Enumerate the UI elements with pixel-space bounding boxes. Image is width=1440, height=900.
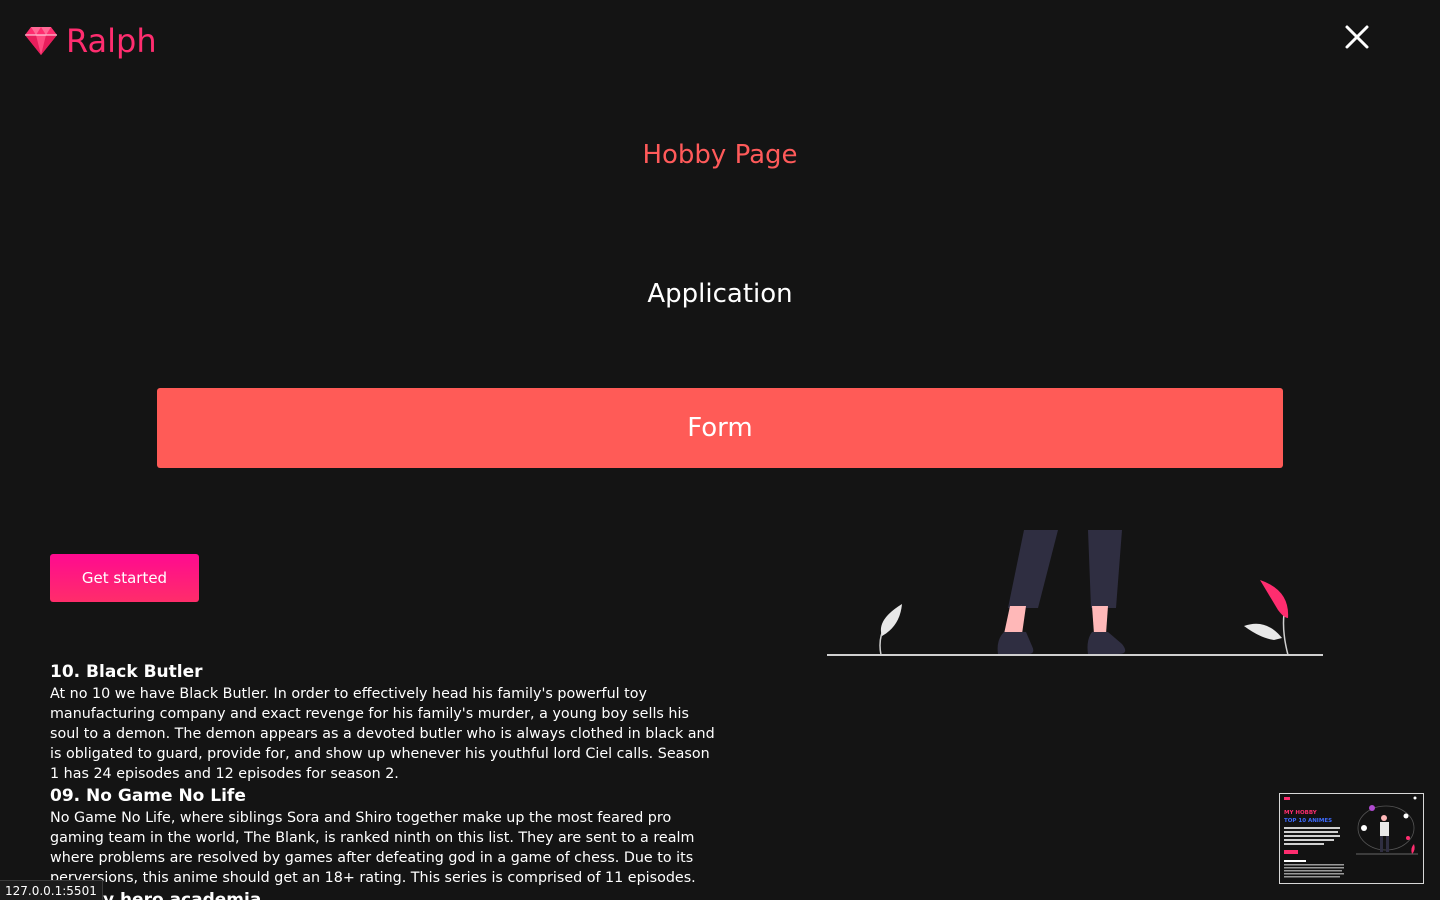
person-legs-icon xyxy=(997,530,1126,654)
preview-heading-2: TOP 10 ANIMES xyxy=(1284,818,1332,824)
preview-heading-1: MY HOBBY xyxy=(1284,810,1318,816)
brand-name: Ralph xyxy=(66,22,157,60)
close-button[interactable] xyxy=(1342,22,1372,52)
plant-right-icon xyxy=(1244,580,1289,656)
status-url: 127.0.0.1:5501 xyxy=(0,880,103,900)
article-title: 10. Black Butler xyxy=(50,662,203,682)
page: Ralph Hobby Page Application Form Get st… xyxy=(0,0,1440,900)
article-list: 10. Black Butler At no 10 we have Black … xyxy=(50,660,720,900)
hero-illustration xyxy=(827,530,1323,656)
get-started-button[interactable]: Get started xyxy=(50,554,199,602)
plant-left-icon xyxy=(879,604,902,656)
article-title: 09. No Game No Life xyxy=(50,786,246,806)
article-body: No Game No Life, where siblings Sora and… xyxy=(50,810,696,886)
preview-image: MY HOBBY TOP 10 ANIMES xyxy=(1280,794,1423,883)
form-button[interactable]: Form xyxy=(157,388,1283,468)
diamond-icon xyxy=(25,27,57,55)
close-icon xyxy=(1345,25,1369,49)
article-body: At no 10 we have Black Butler. In order … xyxy=(50,686,715,782)
brand-logo[interactable]: Ralph xyxy=(24,22,157,60)
nav-item-hobby-page[interactable]: Hobby Page xyxy=(0,140,1440,170)
nav-item-application[interactable]: Application xyxy=(0,279,1440,309)
article-title: 08. My hero academia xyxy=(50,890,262,900)
page-preview-thumbnail[interactable]: MY HOBBY TOP 10 ANIMES xyxy=(1279,793,1424,884)
